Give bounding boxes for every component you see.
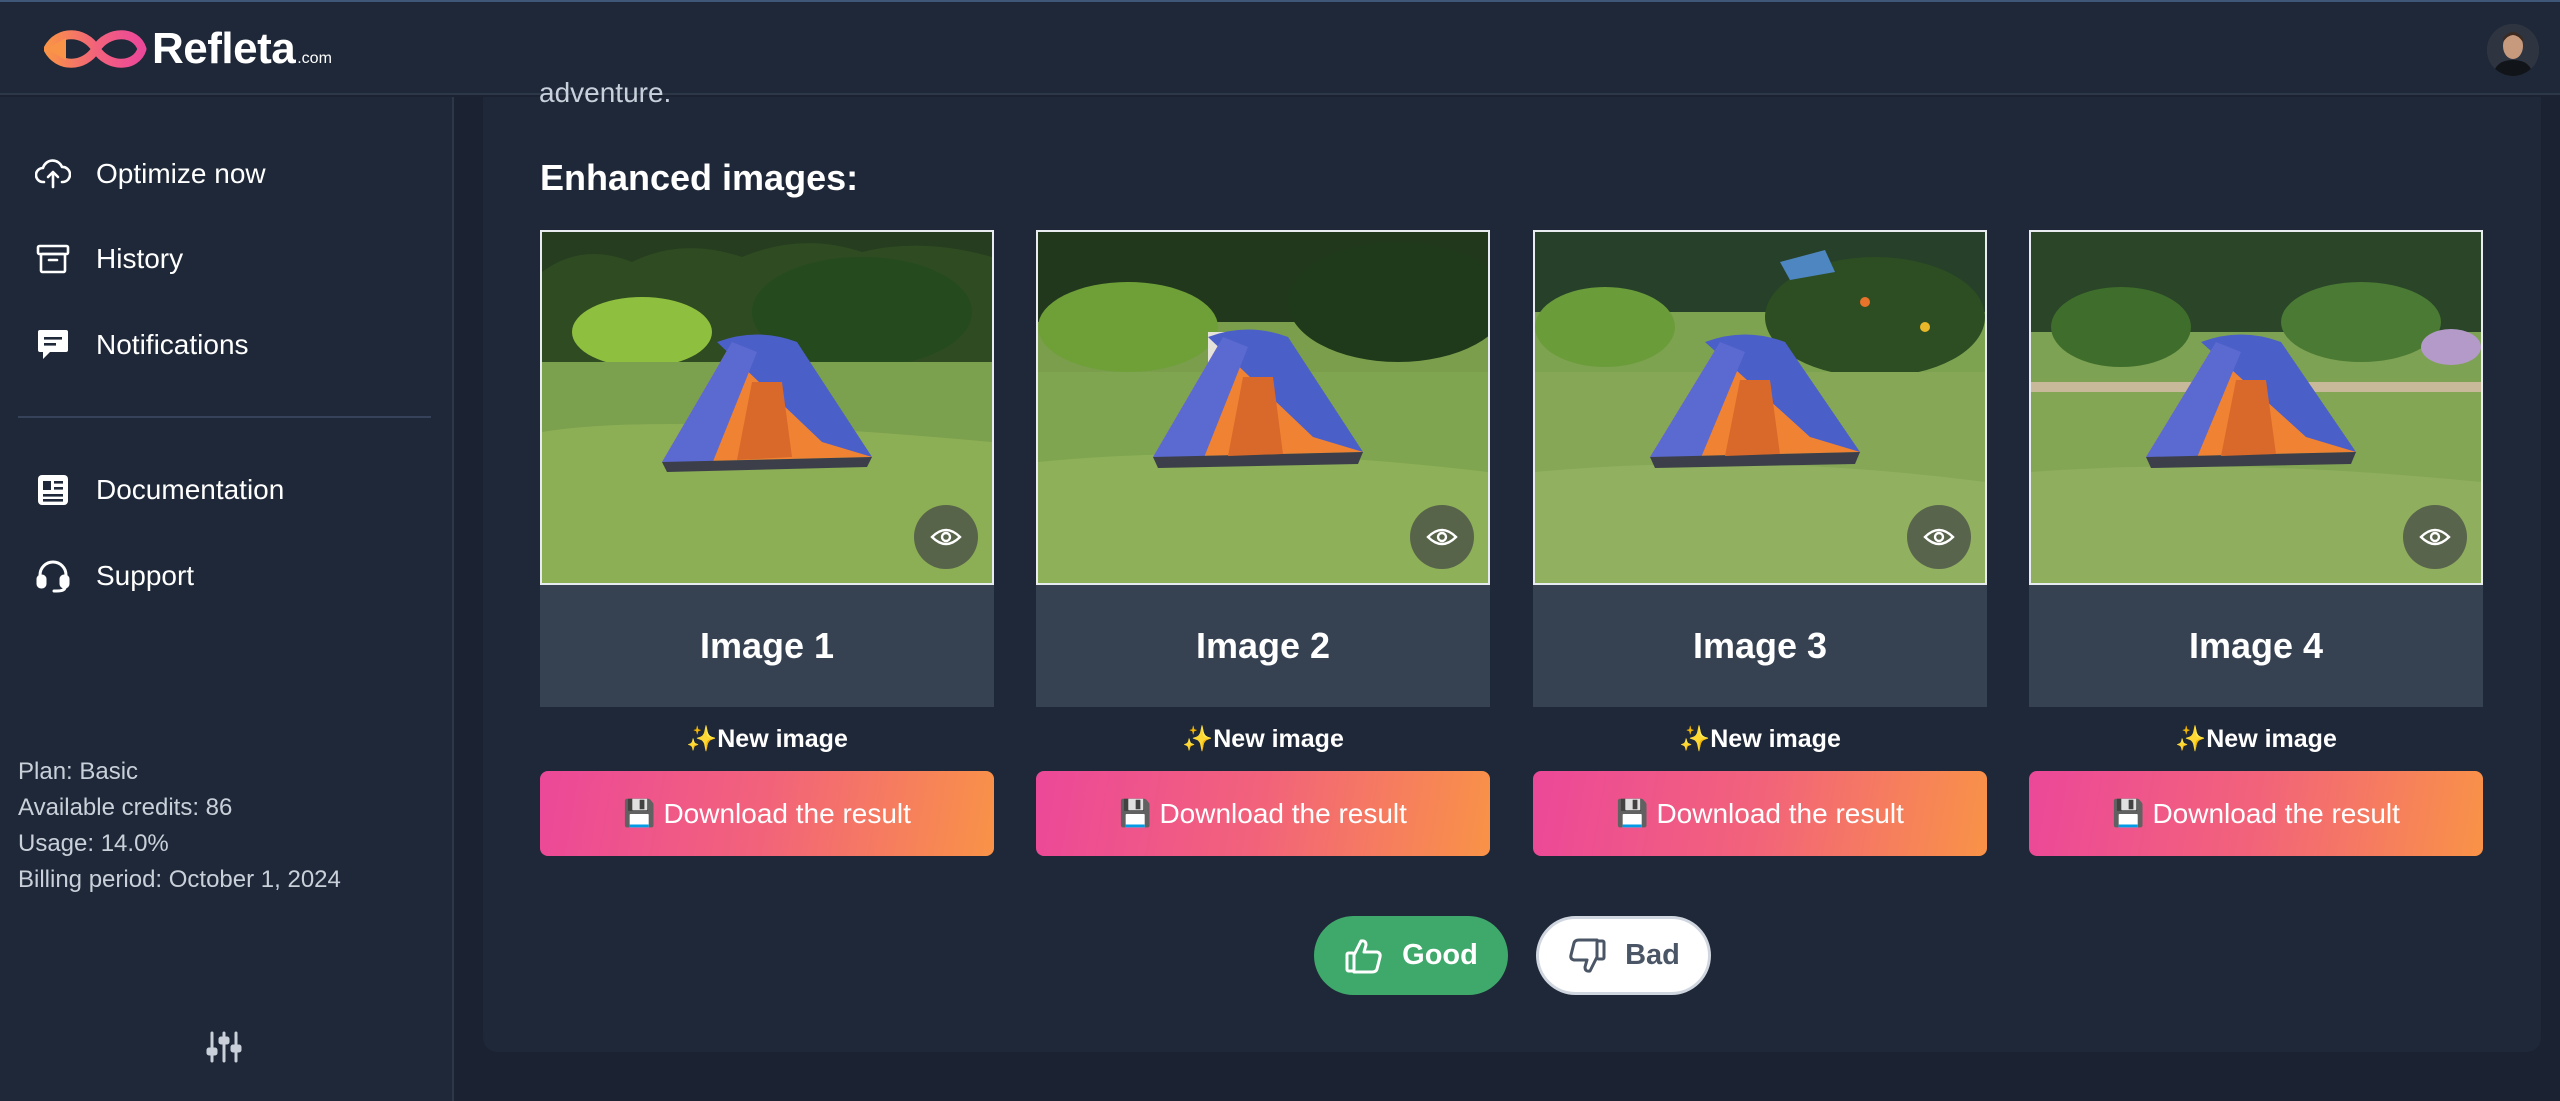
plan-name: Plan: Basic xyxy=(18,758,139,785)
floppy-disk-icon: 💾 xyxy=(1119,798,1152,828)
download-result-button[interactable]: 💾 Download the result xyxy=(540,771,994,856)
image-thumbnail[interactable] xyxy=(1533,230,1987,585)
image-label: Image 3 xyxy=(1692,625,1828,666)
download-result-button[interactable]: 💾 Download the result xyxy=(2029,771,2483,856)
new-image-link[interactable]: ✨New image xyxy=(1036,725,1490,754)
floppy-disk-icon: 💾 xyxy=(623,798,656,828)
results-panel: adventure. Enhanced images: Image 1 ✨New… xyxy=(483,77,2541,1052)
archive-icon xyxy=(34,240,72,278)
sidebar-item-label: Support xyxy=(96,560,195,591)
image-label: Image 1 xyxy=(699,625,835,666)
thumbs-up-icon xyxy=(1344,937,1384,975)
section-title: Enhanced images: xyxy=(540,157,859,198)
bad-label: Bad xyxy=(1625,939,1680,971)
sidebar-item-documentation[interactable]: Documentation xyxy=(34,470,284,510)
sidebar-item-label: History xyxy=(96,243,184,274)
user-avatar[interactable] xyxy=(2487,24,2539,76)
billing-period: Billing period: October 1, 2024 xyxy=(18,866,341,893)
sidebar-item-support[interactable]: Support xyxy=(34,556,194,596)
available-credits: Available credits: 86 xyxy=(18,794,233,821)
preview-eye-button[interactable] xyxy=(2403,505,2467,569)
floppy-disk-icon: 💾 xyxy=(2112,798,2145,828)
preview-eye-button[interactable] xyxy=(1907,505,1971,569)
cloud-upload-icon xyxy=(34,155,72,193)
avatar-portrait-icon xyxy=(2487,24,2539,76)
image-thumbnail[interactable] xyxy=(1036,230,1490,585)
top-header: Refleta .com xyxy=(0,0,2560,95)
sidebar-item-history[interactable]: History xyxy=(34,239,183,279)
image-label-box: Image 3 xyxy=(1533,585,1987,707)
preview-eye-button[interactable] xyxy=(914,505,978,569)
brand-tld: .com xyxy=(297,50,332,67)
download-label: Download the result xyxy=(2152,797,2400,829)
thumbs-down-icon xyxy=(1567,937,1607,975)
message-icon xyxy=(34,326,72,364)
sidebar-item-label: Documentation xyxy=(96,474,285,505)
sidebar-item-notifications[interactable]: Notifications xyxy=(34,325,249,365)
logo-infinity-icon xyxy=(44,30,147,68)
floppy-disk-icon: 💾 xyxy=(1616,798,1649,828)
sidebar-item-label: Notifications xyxy=(96,329,249,360)
eye-icon xyxy=(930,528,962,546)
image-thumbnail[interactable] xyxy=(2029,230,2483,585)
download-label: Download the result xyxy=(1159,797,1407,829)
brand-name: Refleta xyxy=(152,24,296,73)
sidebar-item-optimize-now[interactable]: Optimize now xyxy=(34,154,266,194)
sidebar: Optimize now History Notifications Docum… xyxy=(0,97,454,1101)
eye-icon xyxy=(2419,528,2451,546)
preview-eye-button[interactable] xyxy=(1410,505,1474,569)
image-thumbnail[interactable] xyxy=(540,230,994,585)
image-label: Image 2 xyxy=(1195,625,1331,666)
eye-icon xyxy=(1923,528,1955,546)
good-feedback-button[interactable]: Good xyxy=(1314,916,1508,995)
sidebar-divider xyxy=(18,416,431,418)
usage-percent: Usage: 14.0% xyxy=(18,830,169,857)
download-result-button[interactable]: 💾 Download the result xyxy=(1533,771,1987,856)
sidebar-item-label: Optimize now xyxy=(96,158,266,189)
new-image-link[interactable]: ✨New image xyxy=(2029,725,2483,754)
eye-icon xyxy=(1426,528,1458,546)
bad-feedback-button[interactable]: Bad xyxy=(1536,916,1711,995)
download-label: Download the result xyxy=(1656,797,1904,829)
download-result-button[interactable]: 💾 Download the result xyxy=(1036,771,1490,856)
sliders-icon[interactable] xyxy=(204,1027,244,1067)
image-label-box: Image 1 xyxy=(540,585,994,707)
brand-logo[interactable]: Refleta .com xyxy=(44,22,332,76)
description-tail-text: adventure. xyxy=(539,77,672,108)
image-label: Image 4 xyxy=(2188,625,2324,666)
document-icon xyxy=(34,471,72,509)
image-label-box: Image 2 xyxy=(1036,585,1490,707)
good-label: Good xyxy=(1402,939,1478,971)
new-image-link[interactable]: ✨New image xyxy=(540,725,994,754)
download-label: Download the result xyxy=(663,797,911,829)
headset-icon xyxy=(34,557,72,595)
new-image-link[interactable]: ✨New image xyxy=(1533,725,1987,754)
image-label-box: Image 4 xyxy=(2029,585,2483,707)
plan-info: Plan: Basic Available credits: 86 Usage:… xyxy=(18,754,341,898)
